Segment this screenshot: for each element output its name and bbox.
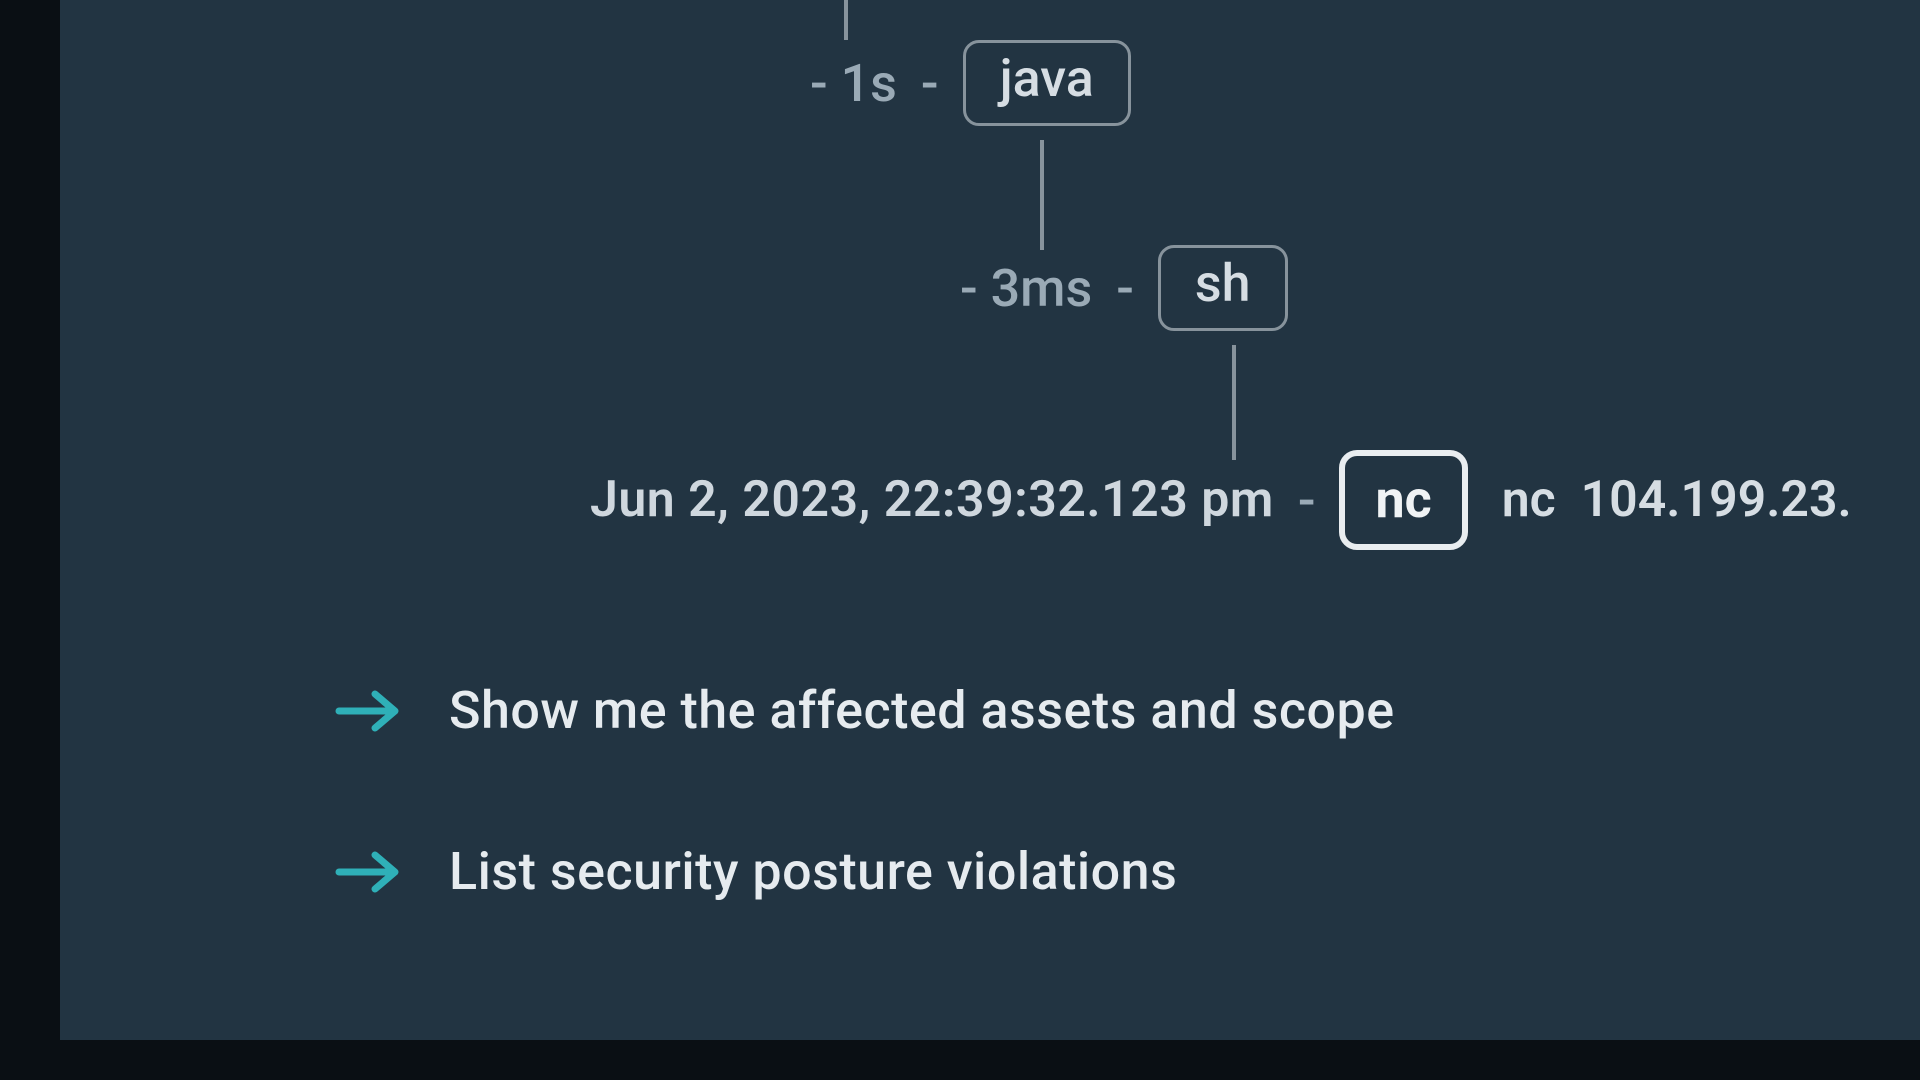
dash-separator: - <box>1116 258 1134 319</box>
cmd-name: nc <box>1502 471 1556 529</box>
suggestion-affected-assets[interactable]: Show me the affected assets and scope <box>335 680 1920 741</box>
tree-row-nc: Jun 2, 2023, 22:39:32.123 pm - nc nc 104… <box>590 450 1852 550</box>
arrow-right-icon <box>335 688 401 734</box>
tree-row-sh: - 3ms - sh <box>960 245 1288 331</box>
suggestion-label: Show me the affected assets and scope <box>449 680 1395 741</box>
suggestions-list: Show me the affected assets and scope Li… <box>335 680 1920 902</box>
delay-label: - 3ms <box>960 258 1092 319</box>
tree-row-java: - 1s - java <box>810 40 1131 126</box>
cmd-args: 104.199.23. <box>1581 471 1852 529</box>
dash-separator: - <box>1298 470 1316 531</box>
tree-connector <box>1040 140 1044 250</box>
process-box-java[interactable]: java <box>963 40 1131 126</box>
suggestion-posture-violations[interactable]: List security posture violations <box>335 841 1920 902</box>
process-box-nc[interactable]: nc <box>1339 450 1467 550</box>
process-box-sh[interactable]: sh <box>1158 245 1288 331</box>
delay-label: - 1s <box>810 53 897 114</box>
suggestion-label: List security posture violations <box>449 841 1177 902</box>
process-tree: - 1s - java - 3ms - sh Jun 2, 2023, 22:3… <box>60 0 1920 570</box>
arrow-right-icon <box>335 849 401 895</box>
tree-connector <box>1232 345 1236 460</box>
security-panel: - 1s - java - 3ms - sh Jun 2, 2023, 22:3… <box>60 0 1920 1040</box>
tree-connector <box>844 0 848 40</box>
process-command: nc 104.199.23. <box>1502 471 1852 529</box>
dash-separator: - <box>921 53 939 114</box>
timestamp-label: Jun 2, 2023, 22:39:32.123 pm <box>590 471 1274 529</box>
